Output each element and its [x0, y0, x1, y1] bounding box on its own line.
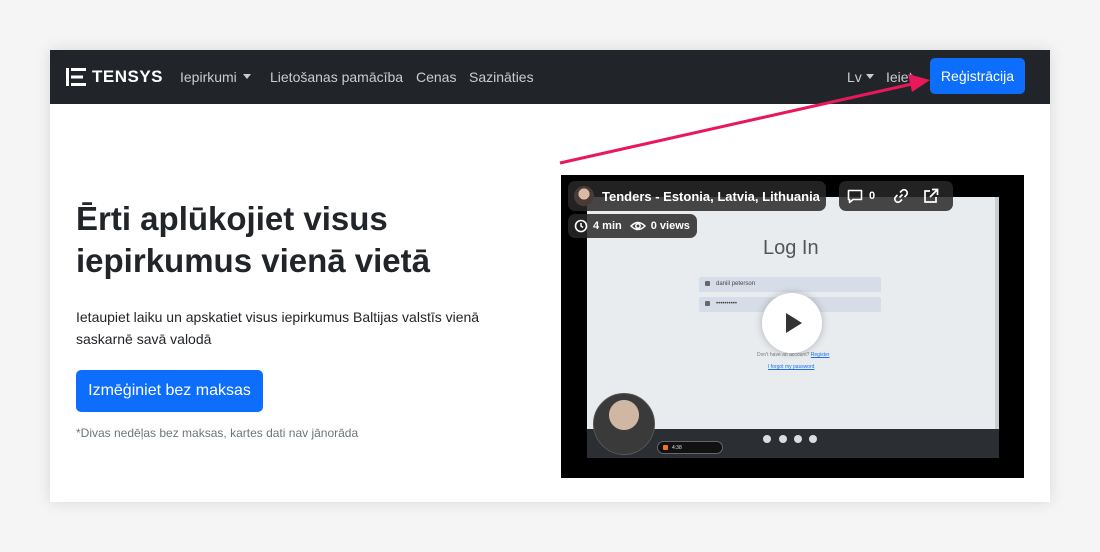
video-duration: 4 min	[593, 220, 622, 232]
author-avatar	[574, 186, 594, 206]
video-stats-pill: 4 min 0 views	[568, 214, 697, 238]
try-free-button[interactable]: Izmēģiniet bez maksas	[76, 370, 263, 412]
nav-item-lietosanas-pamaciba[interactable]: Lietošanas pamācība	[270, 68, 403, 86]
eye-icon	[629, 221, 646, 231]
video-screen-scrollbar	[995, 197, 999, 429]
nav-item-label: Iepirkumi	[180, 69, 237, 85]
hero-title: Ērti aplūkojiet visus iepirkumus vienā v…	[76, 200, 430, 279]
register-button[interactable]: Reģistrācija	[930, 58, 1025, 94]
nav-item-iepirkumi[interactable]: Iepirkumi	[180, 68, 251, 86]
video-player[interactable]: Log In daniil peterson •••••••••• Don't …	[561, 175, 1024, 478]
clock-icon	[574, 219, 588, 233]
forgot-password-link: I forgot my password	[768, 364, 815, 370]
nav-item-cenas[interactable]: Cenas	[416, 68, 456, 86]
youtube-icon	[809, 435, 817, 443]
recording-time: 4:38	[672, 445, 682, 451]
google-icon	[794, 435, 802, 443]
navbar: TENSYS Iepirkumi Lietošanas pamācība Cen…	[50, 50, 1050, 104]
caret-down-icon	[242, 74, 251, 79]
linkedin-icon	[779, 435, 787, 443]
language-label: Lv	[847, 69, 862, 85]
language-dropdown[interactable]: Lv	[847, 68, 874, 86]
comment-icon[interactable]	[847, 189, 863, 204]
logo-icon	[66, 68, 86, 86]
comment-count: 0	[869, 190, 876, 202]
recording-controls: 4:38	[657, 441, 723, 454]
user-icon	[705, 280, 710, 286]
presenter-avatar	[593, 393, 655, 455]
external-link-icon[interactable]	[923, 188, 939, 204]
register-link: Register	[810, 352, 830, 358]
link-icon[interactable]	[893, 188, 909, 204]
video-views: 0 views	[650, 220, 690, 232]
password-value: ••••••••••	[716, 301, 738, 307]
brand-logo[interactable]: TENSYS	[66, 66, 163, 88]
hero-description: Ietaupiet laiku un apskatiet visus iepir…	[76, 309, 480, 347]
facebook-icon	[763, 435, 771, 443]
login-heading: Log In	[763, 237, 819, 259]
hero-footnote: *Divas nedēļas bez maksas, kartes dati n…	[76, 426, 359, 440]
video-actions-pill: 0	[839, 181, 953, 211]
video-title: Tenders - Estonia, Latvia, Lithuania	[602, 188, 820, 204]
nav-item-login[interactable]: Ieiet	[886, 68, 912, 86]
record-icon	[663, 445, 668, 450]
play-button[interactable]	[762, 293, 822, 353]
brand-name: TENSYS	[92, 67, 164, 86]
play-icon	[786, 313, 802, 333]
video-title-pill[interactable]: Tenders - Estonia, Latvia, Lithuania	[568, 181, 826, 211]
nav-item-sazinaties[interactable]: Sazināties	[469, 68, 534, 86]
caret-down-icon	[865, 74, 874, 79]
username-value: daniil peterson	[716, 281, 756, 287]
page-frame: TENSYS Iepirkumi Lietošanas pamācība Cen…	[50, 50, 1050, 502]
username-field: daniil peterson	[699, 277, 881, 292]
lock-icon	[705, 300, 710, 306]
